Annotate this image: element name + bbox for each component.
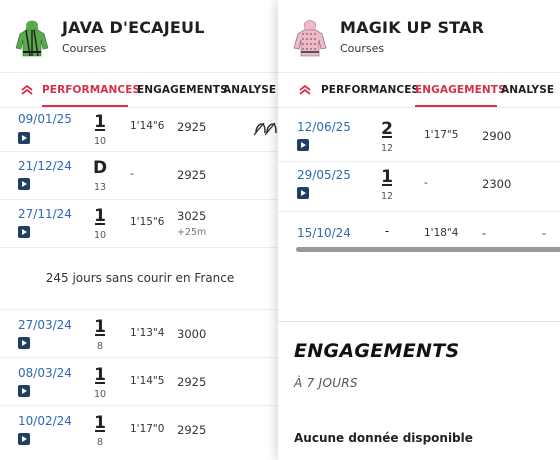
race-distance: 2300 <box>482 177 512 191</box>
race-distance: 2925 <box>177 423 207 437</box>
video-replay-icon[interactable] <box>297 139 309 151</box>
race-runners: 10 <box>93 136 107 147</box>
race-row[interactable]: 12/06/25 2 12 1'17"5 2900 <box>278 114 560 162</box>
left-horse-header: JAVA D'ECAJEUL Courses <box>0 0 280 72</box>
race-row[interactable]: 21/12/24 D 13 - 2925 <box>0 152 280 200</box>
engagements-subtitle: À 7 JOURS <box>294 376 358 390</box>
tab-analyse[interactable]: ANALYSE <box>223 84 276 96</box>
race-time: 1'17"5 <box>424 129 459 141</box>
race-row[interactable]: 29/05/25 1 12 - 2300 <box>278 162 560 212</box>
race-time: 1'14"5 <box>130 375 165 387</box>
race-date[interactable]: 12/06/25 <box>297 120 351 134</box>
race-runners: 12 <box>380 191 394 202</box>
race-date[interactable]: 15/10/24 <box>297 226 351 240</box>
race-runners: 8 <box>96 341 104 352</box>
race-row[interactable]: 27/11/24 1 10 1'15"6 3025 +25m <box>0 200 280 248</box>
left-tab-bar: PERFORMANCES ENGAGEMENTS ANALYSE <box>0 72 280 108</box>
right-tab-bar: PERFORMANCES ENGAGEMENTS ANALYSE <box>278 72 560 108</box>
race-distance: 3000 <box>177 327 207 341</box>
race-place: 1 <box>381 167 393 187</box>
horse-name: MAGIK UP STAR <box>340 18 485 37</box>
race-extra-value: - <box>542 226 547 240</box>
video-replay-icon[interactable] <box>18 433 30 445</box>
race-runners: 10 <box>93 230 107 241</box>
race-row[interactable]: 09/01/25 1 10 1'14"6 2925 <box>0 108 280 152</box>
race-runners: 10 <box>93 389 107 400</box>
race-distance-extra: +25m <box>177 227 207 238</box>
right-horse-header: MAGIK UP STAR Courses <box>278 0 558 72</box>
race-distance: 3025 <box>177 209 207 223</box>
race-distance: 2925 <box>177 168 207 182</box>
jockey-silk-icon <box>12 18 52 58</box>
race-time: 1'17"0 <box>130 423 165 435</box>
horizontal-scrollbar[interactable] <box>296 247 560 252</box>
race-runners: 8 <box>96 437 104 448</box>
shoe-removed-icon <box>253 121 279 136</box>
race-date[interactable]: 09/01/25 <box>18 112 72 126</box>
race-place: 2 <box>381 119 393 139</box>
video-replay-icon[interactable] <box>18 385 30 397</box>
race-distance: 2900 <box>482 129 512 143</box>
race-time: 1'15"6 <box>130 216 165 228</box>
rest-period-row: 245 jours sans courir en France <box>0 248 280 310</box>
tab-engagements[interactable]: ENGAGEMENTS <box>137 84 228 96</box>
race-date[interactable]: 21/12/24 <box>18 159 72 173</box>
collapse-chevron-icon[interactable] <box>298 82 312 96</box>
race-date[interactable]: 27/03/24 <box>18 318 72 332</box>
race-place: 1 <box>94 365 106 385</box>
video-replay-icon[interactable] <box>18 178 30 190</box>
race-time: 1'14"6 <box>130 120 165 132</box>
engagements-title: ENGAGEMENTS <box>294 340 460 362</box>
race-row[interactable]: 10/02/24 1 8 1'17"0 2925 <box>0 406 280 460</box>
race-row[interactable]: 08/03/24 1 10 1'14"5 2925 <box>0 358 280 406</box>
race-time: 1'13"4 <box>130 327 165 339</box>
horse-subtitle: Courses <box>340 42 385 55</box>
race-place: 1 <box>94 206 106 226</box>
race-row[interactable]: 15/10/24 - 1'18"4 - - <box>278 212 560 248</box>
race-distance: 2925 <box>177 120 207 134</box>
horse-name: JAVA D'ECAJEUL <box>62 18 205 37</box>
race-place: D <box>93 158 108 178</box>
rest-period-note: 245 jours sans courir en France <box>45 271 235 285</box>
tab-analyse[interactable]: ANALYSE <box>501 84 554 96</box>
race-runners: 12 <box>380 143 394 154</box>
collapse-chevron-icon[interactable] <box>20 82 34 96</box>
video-replay-icon[interactable] <box>18 337 30 349</box>
race-row[interactable]: 27/03/24 1 8 1'13"4 3000 <box>0 310 280 358</box>
section-divider <box>278 262 560 322</box>
active-tab-indicator <box>415 105 497 107</box>
race-place: 1 <box>94 112 106 132</box>
right-horse-panel: MAGIK UP STAR Courses PERFORMANCES ENGAG… <box>278 0 560 460</box>
race-place: - <box>384 224 390 238</box>
video-replay-icon[interactable] <box>297 187 309 199</box>
race-date[interactable]: 10/02/24 <box>18 414 72 428</box>
race-time: - <box>424 177 428 189</box>
tab-performances[interactable]: PERFORMANCES <box>42 84 140 96</box>
race-time: 1'18"4 <box>424 227 459 239</box>
video-replay-icon[interactable] <box>18 226 30 238</box>
horse-subtitle: Courses <box>62 42 107 55</box>
race-date[interactable]: 29/05/25 <box>297 168 351 182</box>
race-distance: 2925 <box>177 375 207 389</box>
video-replay-icon[interactable] <box>18 132 30 144</box>
left-horse-panel: JAVA D'ECAJEUL Courses PERFORMANCES ENGA… <box>0 0 280 460</box>
race-place: 1 <box>94 413 106 433</box>
race-distance: - <box>482 226 487 240</box>
tab-performances[interactable]: PERFORMANCES <box>321 84 419 96</box>
race-date[interactable]: 27/11/24 <box>18 207 72 221</box>
race-date[interactable]: 08/03/24 <box>18 366 72 380</box>
jockey-silk-icon <box>290 18 330 58</box>
tab-engagements[interactable]: ENGAGEMENTS <box>415 84 506 96</box>
race-place: 1 <box>94 317 106 337</box>
active-tab-indicator <box>42 105 128 107</box>
race-time: - <box>130 168 134 180</box>
race-runners: 13 <box>93 182 107 193</box>
engagements-empty-message: Aucune donnée disponible <box>294 431 473 445</box>
